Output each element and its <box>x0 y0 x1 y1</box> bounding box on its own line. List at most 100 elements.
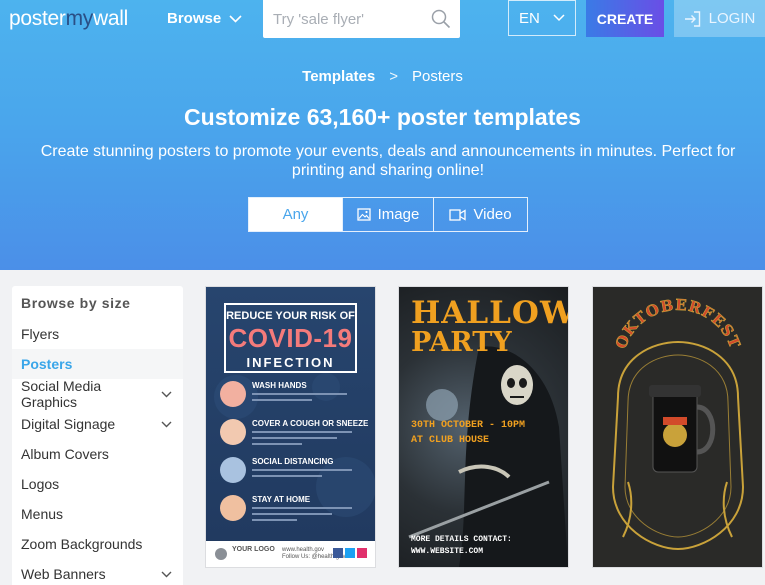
halloween-contact-label: MORE DETAILS CONTACT: <box>411 535 512 544</box>
language-label: EN <box>519 9 540 27</box>
create-label: CREATE <box>596 10 654 27</box>
breadcrumb-posters: Posters <box>412 68 463 85</box>
twitter-icon <box>345 548 355 558</box>
browse-menu-button[interactable]: Browse <box>167 10 242 27</box>
search-box <box>263 0 460 38</box>
search-icon[interactable] <box>431 9 451 29</box>
divider <box>252 431 352 433</box>
chevron-down-icon[interactable] <box>161 421 172 428</box>
browse-label: Browse <box>167 10 222 27</box>
search-input[interactable] <box>273 10 423 28</box>
login-button[interactable]: LOGIN <box>674 0 765 37</box>
sidebar-item-posters[interactable]: Posters <box>12 349 183 379</box>
breadcrumb-separator: > <box>389 68 398 85</box>
logo-text-my: my <box>65 7 94 30</box>
logo-placeholder-icon <box>215 548 227 560</box>
filter-image[interactable]: Image <box>342 198 433 231</box>
covid-title-box: REDUCE YOUR RISK OF COVID-19 INFECTION <box>224 303 357 373</box>
stay-home-icon <box>220 495 246 521</box>
filter-any-label: Any <box>282 206 309 223</box>
divider <box>252 519 297 521</box>
svg-text:OKTOBERFEST: OKTOBERFEST <box>612 296 744 352</box>
sidebar-item-flyers[interactable]: Flyers <box>12 319 183 349</box>
logo-text-poster: poster <box>9 7 66 30</box>
covid-tip-row: SOCIAL DISTANCING <box>220 455 365 491</box>
logo-text-wall: wall <box>92 7 128 30</box>
covid-tip-row: WASH HANDS <box>220 379 365 415</box>
covid-tip-heading: WASH HANDS <box>252 381 307 390</box>
sidebar-item-label: Album Covers <box>21 446 109 462</box>
login-label: LOGIN <box>708 10 756 27</box>
filter-video[interactable]: Video <box>433 198 527 231</box>
covid-tip-heading: STAY AT HOME <box>252 495 311 504</box>
sidebar-item-label: Digital Signage <box>21 416 116 432</box>
instagram-icon <box>357 548 367 558</box>
sidebar-item-web-banners[interactable]: Web Banners <box>12 559 183 585</box>
covid-poster-preview: REDUCE YOUR RISK OF COVID-19 INFECTION W… <box>206 287 375 541</box>
sidebar-heading: Browse by size <box>21 295 131 311</box>
sidebar-item-album-covers[interactable]: Album Covers <box>12 439 183 469</box>
top-nav: postermywall Browse EN CREATE LOGIN <box>0 0 765 38</box>
filter-any[interactable]: Any <box>249 198 342 231</box>
page-subtitle: Create stunning posters to promote your … <box>40 143 736 179</box>
halloween-event-info: 30TH OCTOBER - 10PM AT CLUB HOUSE <box>411 418 525 448</box>
create-button[interactable]: CREATE <box>586 0 664 37</box>
covid-tip-row: STAY AT HOME <box>220 493 365 529</box>
sidebar-item-label: Flyers <box>21 326 60 342</box>
covid-tip-heading: SOCIAL DISTANCING <box>252 457 334 466</box>
chevron-down-icon <box>553 14 565 22</box>
divider <box>252 443 302 445</box>
template-card-covid[interactable]: REDUCE YOUR RISK OF COVID-19 INFECTION W… <box>205 286 376 568</box>
sidebar-item-menus[interactable]: Menus <box>12 499 183 529</box>
covid-tip-row: COVER A COUGH OR SNEEZE <box>220 417 369 453</box>
halloween-poster-preview: HALLOWEEN PARTY 30TH OCTOBER - 10PM AT C… <box>399 287 568 567</box>
divider <box>252 399 312 401</box>
divider <box>252 475 322 477</box>
filter-video-label: Video <box>473 206 512 223</box>
logo[interactable]: postermywall <box>9 7 128 31</box>
media-filter: Any Image Video <box>248 197 528 232</box>
covid-tip-heading: COVER A COUGH OR SNEEZE <box>252 419 369 428</box>
divider <box>252 393 347 395</box>
covid-title-line1: REDUCE YOUR RISK OF <box>226 310 355 322</box>
halloween-title-line1: HALLOWEEN <box>411 295 568 331</box>
chevron-down-icon[interactable] <box>161 391 172 398</box>
cough-icon <box>220 419 246 445</box>
image-icon <box>356 208 371 221</box>
filter-image-label: Image <box>377 206 420 223</box>
oktoberfest-ornament-graphic: OKTOBERFEST <box>612 295 745 551</box>
facebook-icon <box>333 548 343 558</box>
template-card-oktoberfest[interactable]: OKTOBERFEST <box>592 286 763 568</box>
sidebar-item-label: Logos <box>21 476 60 492</box>
chevron-down-icon <box>229 15 242 23</box>
covid-footer: YOUR LOGO www.health.gov Follow Us: @heal… <box>206 541 375 567</box>
language-selector[interactable]: EN <box>508 0 576 36</box>
breadcrumb: Templates > Posters <box>0 68 765 85</box>
oktoberfest-poster-preview: OKTOBERFEST <box>593 287 762 567</box>
sidebar-item-label: Posters <box>21 356 73 372</box>
sidebar-item-label: Web Banners <box>21 566 106 582</box>
chevron-down-icon[interactable] <box>161 571 172 578</box>
hero-banner: postermywall Browse EN CREATE LOGIN Temp… <box>0 0 765 270</box>
covid-title-line2: COVID-19 <box>228 323 353 353</box>
divider <box>252 507 352 509</box>
sidebar-item-digital-signage[interactable]: Digital Signage <box>12 409 183 439</box>
halloween-contact: MORE DETAILS CONTACT: WWW.WEBSITE.COM <box>411 534 512 558</box>
sidebar-item-logos[interactable]: Logos <box>12 469 183 499</box>
template-card-halloween[interactable]: HALLOWEEN PARTY 30TH OCTOBER - 10PM AT C… <box>398 286 569 568</box>
sidebar-item-label: Zoom Backgrounds <box>21 536 143 552</box>
covid-title-line3: INFECTION <box>246 355 335 370</box>
sidebar-item-social-media-graphics[interactable]: Social Media Graphics <box>12 378 183 410</box>
social-distancing-icon <box>220 457 246 483</box>
login-icon <box>684 10 700 27</box>
oktoberfest-title: OKTOBERFEST <box>612 295 744 351</box>
halloween-date: 30TH OCTOBER - 10PM <box>411 420 526 431</box>
sidebar-item-zoom-backgrounds[interactable]: Zoom Backgrounds <box>12 529 183 559</box>
video-icon <box>449 208 467 221</box>
halloween-website: WWW.WEBSITE.COM <box>411 547 484 556</box>
divider <box>252 513 332 515</box>
covid-logo-text: YOUR LOGO <box>232 546 275 553</box>
size-sidebar: Browse by size Flyers Posters Social Med… <box>12 286 183 585</box>
halloween-venue: AT CLUB HOUSE <box>411 435 490 446</box>
breadcrumb-templates[interactable]: Templates <box>302 68 375 85</box>
